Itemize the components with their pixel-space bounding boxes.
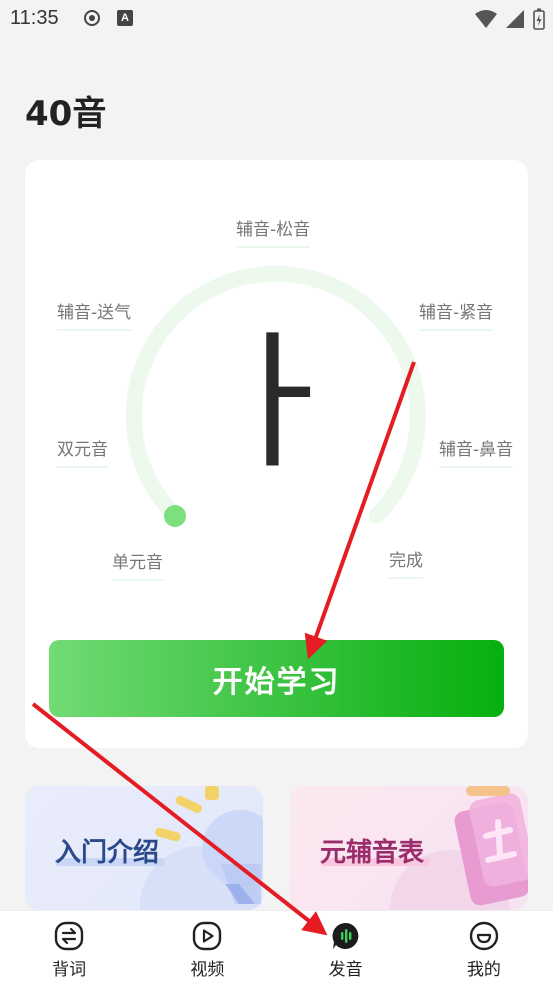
start-learning-button[interactable]: 开始学习 [49,640,504,717]
tab-video[interactable]: 视频 [138,911,276,984]
tab-label: 视频 [190,960,225,980]
profile-smile-icon [469,921,499,951]
voice-bubble-icon [332,922,358,949]
stage-label-jinyin[interactable]: 辅音-紧音 [419,298,494,331]
intro-label: 入门介绍 [55,838,160,868]
tab-label: 我的 [466,960,501,980]
current-character: ㅏ [207,316,346,490]
vowel-consonant-table-card[interactable]: 元辅音表 [290,786,528,910]
bottom-tab-bar: 背词 视频 发音 我的 [0,910,553,984]
tab-label: 背词 [52,960,87,980]
intro-card[interactable]: 入门介绍 [25,786,263,910]
video-play-icon [193,921,222,951]
stage-label-wancheng[interactable]: 完成 [389,546,423,579]
signal-icon [506,10,524,28]
record-indicator-icon [84,10,100,26]
tab-words[interactable]: 背词 [0,911,138,984]
status-icons [475,8,545,30]
tab-label: 发音 [328,960,363,980]
progress-card: 辅音-松音 辅音-送气 辅音-紧音 双元音 辅音-鼻音 单元音 完成 ㅏ 开始学… [25,160,528,748]
status-time: 11:35 [10,7,59,29]
page-title: 40音 [25,94,107,134]
progress-knob [164,505,186,527]
tab-profile[interactable]: 我的 [415,911,553,984]
tab-pronunciation[interactable]: 发音 [277,911,415,984]
swap-icon [54,921,84,951]
a-badge-icon: A [117,10,133,26]
stage-label-songqi[interactable]: 辅音-送气 [57,298,132,331]
status-bar: 11:35 A [0,0,553,38]
table-label: 元辅音表 [320,838,425,868]
battery-icon [533,8,545,30]
stage-label-songyin[interactable]: 辅音-松音 [236,215,311,248]
wifi-icon [475,10,497,28]
stage-label-danyuan[interactable]: 单元音 [112,548,163,581]
